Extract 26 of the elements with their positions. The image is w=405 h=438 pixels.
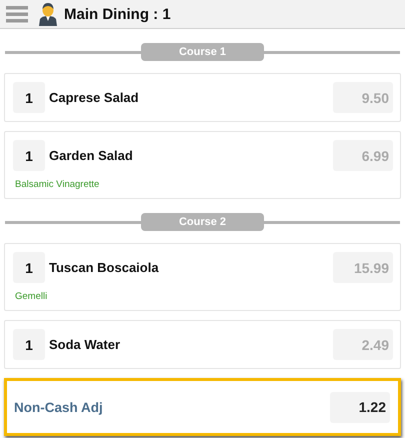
order-item-card[interactable]: 1 Caprese Salad 9.50 [4, 73, 401, 122]
quantity-box: 1 [13, 252, 45, 283]
course-label: Course 1 [140, 43, 264, 61]
item-name: Tuscan Boscaiola [49, 260, 160, 275]
course-label: Course 2 [140, 213, 264, 231]
item-modifier: Balsamic Vinagrette [15, 179, 100, 190]
price-box: 15.99 [333, 252, 393, 283]
item-name: Caprese Salad [49, 90, 140, 105]
order-item-card[interactable]: 1 Tuscan Boscaiola 15.99 Gemelli [4, 243, 401, 311]
item-name: Soda Water [49, 337, 122, 352]
price-box: 2.49 [333, 329, 393, 360]
price-box: 9.50 [333, 82, 393, 113]
quantity-box: 1 [13, 140, 45, 171]
window-title: Main Dining : 1 [64, 6, 171, 22]
order-item-card[interactable]: 1 Garden Salad 6.99 Balsamic Vinagrette [4, 131, 401, 199]
person-icon [38, 2, 58, 26]
item-modifier: Gemelli [15, 291, 48, 302]
menu-icon[interactable] [6, 5, 28, 23]
order-item-card[interactable]: 1 Soda Water 2.49 [4, 320, 401, 369]
quantity-box: 1 [13, 329, 45, 360]
amount-box: 1.22 [330, 392, 390, 422]
price-box: 6.99 [333, 140, 393, 171]
quantity-box: 1 [13, 82, 45, 113]
item-name: Garden Salad [49, 148, 134, 163]
adjustment-card[interactable]: Non-Cash Adj 1.22 [4, 378, 401, 436]
adjustment-label: Non-Cash Adj [14, 400, 103, 414]
